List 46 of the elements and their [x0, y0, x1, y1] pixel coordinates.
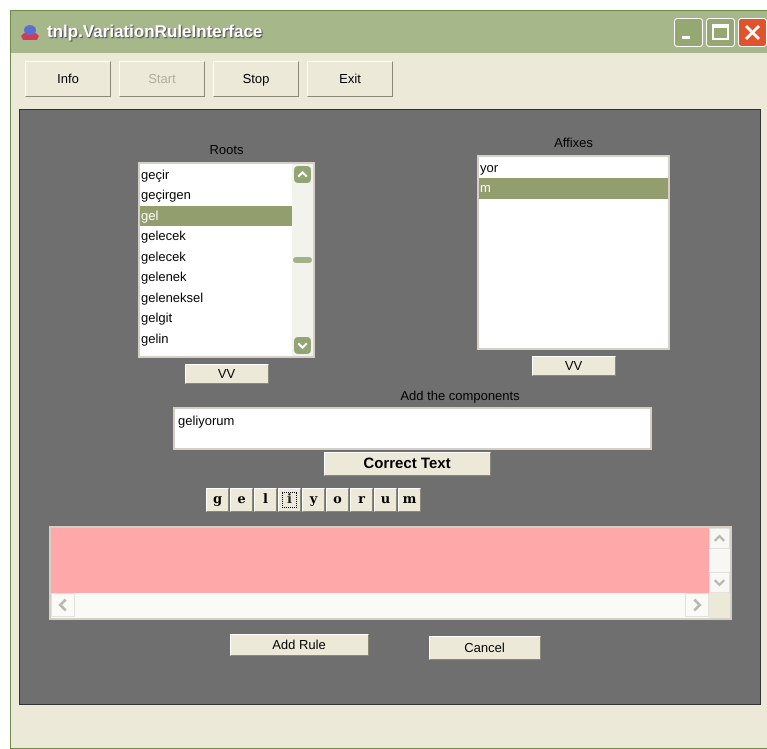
letter-button[interactable]: l — [254, 488, 277, 512]
letter-button[interactable]: g — [206, 488, 229, 512]
horizontal-scrollbar[interactable] — [50, 593, 708, 618]
scroll-left-icon[interactable] — [50, 593, 74, 617]
scroll-thumb[interactable] — [293, 256, 312, 262]
move-button[interactable]: VV — [184, 364, 268, 384]
letter-button[interactable]: u — [374, 488, 397, 512]
list-item[interactable]: geçirgen — [140, 185, 292, 206]
list-item[interactable]: gelgit — [140, 308, 292, 328]
list-item[interactable]: gelenek — [140, 267, 292, 288]
scrollbar[interactable] — [292, 164, 313, 356]
list-item[interactable]: gelecek — [140, 226, 292, 246]
scroll-right-icon[interactable] — [684, 593, 708, 617]
letter-button[interactable]: r — [350, 488, 373, 512]
letter-button[interactable]: m — [398, 488, 421, 512]
scroll-down-icon[interactable] — [294, 336, 311, 354]
close-icon[interactable] — [738, 18, 767, 46]
scroll-up-icon[interactable] — [294, 166, 311, 182]
window-title: tnlp.VariationRuleInterface — [47, 21, 262, 44]
letter-button[interactable]: y — [302, 488, 325, 512]
scroll-down-icon[interactable] — [708, 572, 730, 593]
list-item[interactable]: geçir — [140, 164, 292, 185]
minimize-icon[interactable] — [674, 18, 703, 46]
list-label: Affixes — [554, 134, 593, 152]
vertical-scrollbar[interactable] — [708, 528, 730, 593]
app-icon — [19, 22, 41, 42]
list-item[interactable]: geleneksel — [140, 288, 292, 308]
letter-button[interactable]: o — [326, 488, 349, 512]
toolbar-button[interactable]: Stop — [213, 61, 299, 97]
list-item[interactable]: yor — [479, 158, 668, 178]
correct-text-button[interactable]: Correct Text — [324, 452, 490, 476]
letter-button[interactable]: e — [230, 488, 253, 512]
list-item[interactable]: gelin — [140, 328, 292, 349]
cancel-button[interactable]: Cancel — [428, 636, 540, 660]
scrollbar-corner — [708, 593, 730, 618]
letter-button[interactable]: i — [278, 488, 301, 512]
toolbar-button[interactable]: Info — [25, 61, 111, 97]
move-button[interactable]: VV — [532, 356, 616, 376]
toolbar-button[interactable]: Exit — [307, 61, 393, 97]
add-rule-button[interactable]: Add Rule — [230, 634, 368, 656]
components-field[interactable]: geliyorum — [173, 407, 652, 450]
components-label: Add the components — [400, 386, 520, 405]
list-item[interactable]: gelecek — [140, 246, 292, 267]
maximize-icon[interactable] — [706, 18, 735, 46]
scroll-up-icon[interactable] — [708, 528, 730, 549]
list-label: Roots — [210, 141, 244, 159]
